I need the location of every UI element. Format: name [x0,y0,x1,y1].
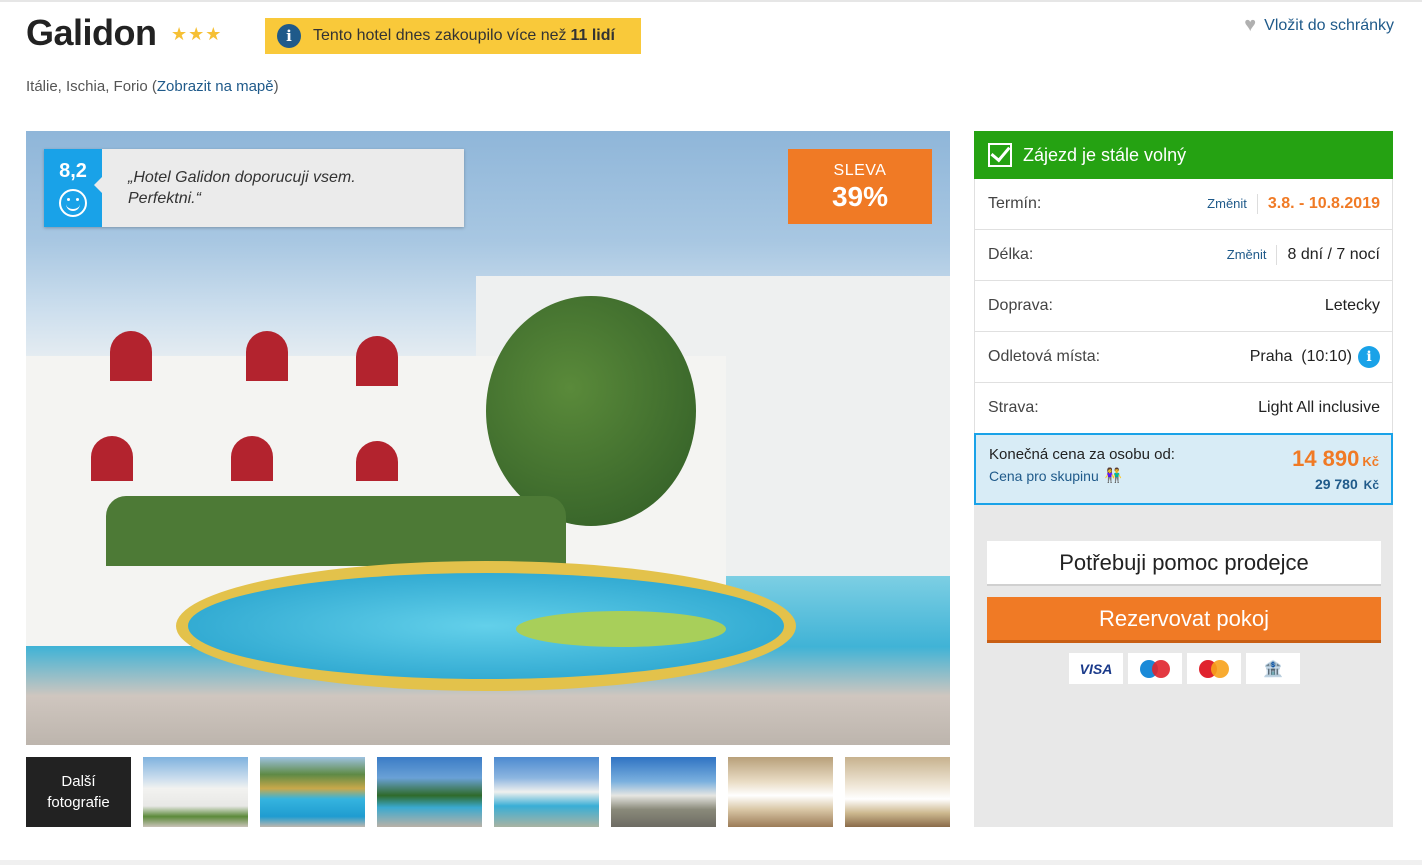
more-photos-label-1: Další [61,773,96,790]
detail-row-date: Termín: Změnit 3.8. - 10.8.2019 [975,179,1392,230]
checkbox-checked-icon [988,143,1012,167]
group-price: 29 780 Kč [1292,476,1379,492]
smiley-icon [59,188,87,217]
date-value: 3.8. - 10.8.2019 [1267,195,1380,212]
transport-value: Letecky [1324,297,1380,314]
change-date-link[interactable]: Změnit [1207,194,1258,214]
mastercard-icon [1187,653,1241,684]
wishlist-label: Vložit do schránky [1264,16,1394,34]
price-per-person: 14 890 Kč [1292,446,1379,472]
group-currency: Kč [1363,478,1379,492]
length-label: Délka: [988,246,1034,263]
photo-thumbnail[interactable] [845,757,950,827]
photo-thumbnail[interactable] [611,757,716,827]
photo-thumbnail[interactable] [143,757,248,827]
maestro-icon [1128,653,1182,684]
detail-row-meals: Strava: Light All inclusive [975,383,1392,434]
heart-icon: ♥ [1244,14,1257,36]
quote-line-1: „Hotel Galidon doporucuji vsem. [128,169,356,186]
star-rating: ★★★ [171,24,223,44]
detail-row-transport: Doprava: Letecky [975,281,1392,332]
show-on-map-link[interactable]: Zobrazit na mapě [157,78,274,95]
book-room-button[interactable]: Rezervovat pokoj [987,597,1381,643]
availability-banner: Zájezd je stále volný [974,131,1393,179]
hotel-location: Itálie, Ischia, Forio (Zobrazit na mapě) [26,78,279,95]
change-length-link[interactable]: Změnit [1227,245,1278,265]
info-icon[interactable]: i [1358,346,1380,368]
people-icon: 👫 [1104,467,1123,483]
hotel-name: Galidon [26,12,157,53]
bank-transfer-icon: 🏦 [1246,653,1300,684]
more-photos-label-2: fotografie [47,794,110,811]
discount-badge: SLEVA 39% [788,149,932,224]
photo-thumbnail[interactable] [494,757,599,827]
more-photos-button[interactable]: Další fotografie [26,757,131,827]
notice-text: Tento hotel dnes zakoupilo více než [313,27,567,44]
purchase-notice: i Tento hotel dnes zakoupilo více než 11… [265,18,641,54]
group-label: Cena pro skupinu [989,467,1099,484]
booking-panel: Zájezd je stále volný Termín: Změnit 3.8… [974,131,1393,827]
location-text: Itálie, Ischia, Forio [26,78,148,95]
transport-label: Doprava: [988,297,1053,314]
length-value: 8 dní / 7 nocí [1287,246,1380,263]
meals-value: Light All inclusive [1258,399,1380,416]
photo-thumbnail[interactable] [728,757,833,827]
add-to-wishlist-link[interactable]: ♥ Vložit do schránky [1244,14,1394,37]
date-label: Termín: [988,195,1042,212]
seller-help-button[interactable]: Potřebuji pomoc prodejce [987,541,1381,586]
quote-line-2: Perfektni.“ [128,190,201,207]
departure-label: Odletová místa: [988,348,1101,365]
notice-count: 11 lidí [570,27,615,44]
detail-row-length: Délka: Změnit 8 dní / 7 nocí [975,230,1392,281]
photo-thumbnail[interactable] [260,757,365,827]
visa-icon: VISA [1069,653,1123,684]
group-value: 29 780 [1314,476,1358,492]
review-quote: „Hotel Galidon doporucuji vsem. Perfektn… [94,149,464,227]
bottom-divider [0,860,1422,865]
top-divider [0,0,1422,2]
review-badge: 8,2 „Hotel Galidon doporucuji vsem. Perf… [44,149,464,227]
trip-details: Termín: Změnit 3.8. - 10.8.2019 Délka: Z… [974,179,1393,434]
photo-thumbnail[interactable] [377,757,482,827]
score-value: 8,2 [59,159,87,182]
payment-methods: VISA 🏦 [1069,653,1300,684]
price-value: 14 890 [1292,446,1360,471]
price-box: Konečná cena za osobu od: Cena pro skupi… [974,433,1393,505]
info-icon: i [277,24,301,48]
meals-label: Strava: [988,399,1039,416]
discount-percent: 39% [831,181,889,212]
price-currency: Kč [1362,454,1379,469]
availability-label: Zájezd je stále volný [1023,144,1187,165]
departure-value: Praha (10:10) [1249,348,1352,365]
group-price-link[interactable]: Cena pro skupinu 👫 [989,467,1292,484]
discount-label: SLEVA [833,162,887,179]
detail-row-departure: Odletová místa: Praha (10:10) i [975,332,1392,383]
price-label: Konečná cena za osobu od: [989,446,1175,463]
